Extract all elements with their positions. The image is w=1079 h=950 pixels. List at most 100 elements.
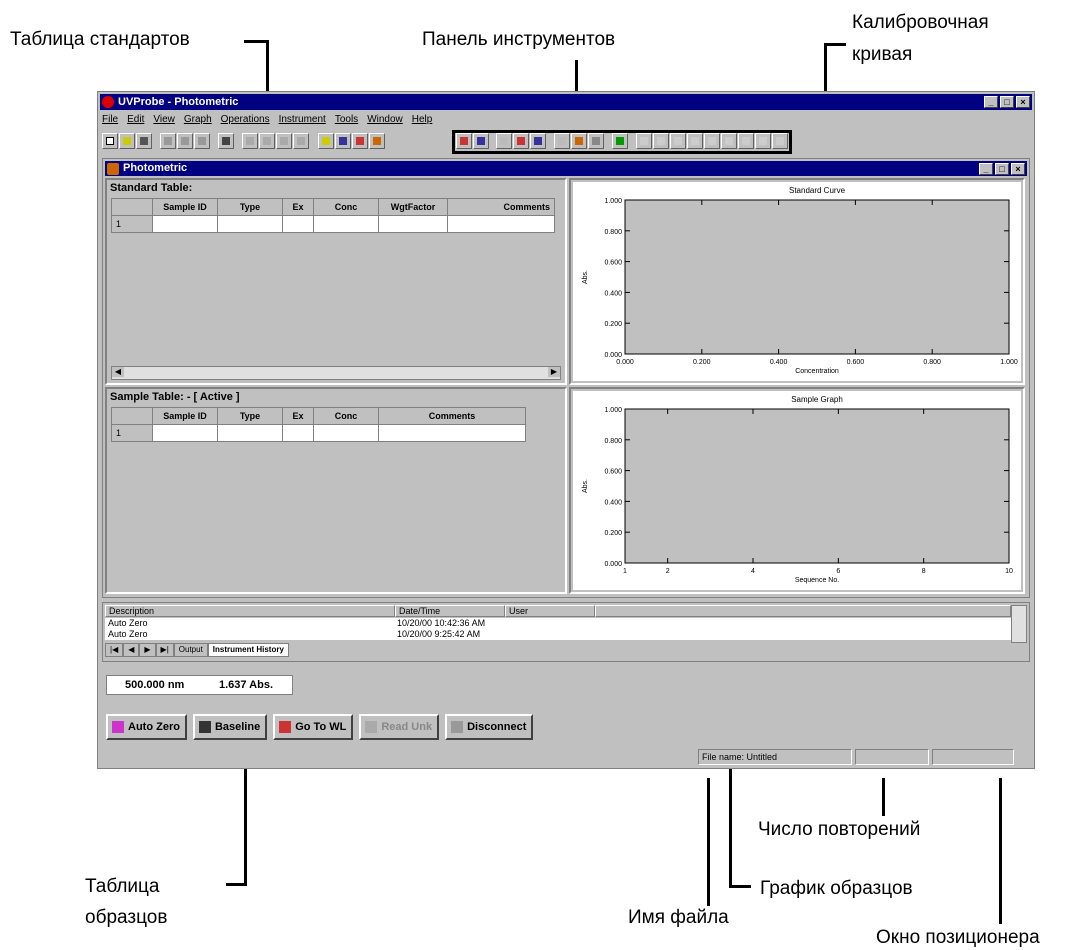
table-cell[interactable] [378,424,526,442]
smp-col-conc[interactable]: Conc [313,407,379,425]
std-col-ex[interactable]: Ex [282,198,314,216]
std-col-conc[interactable]: Conc [313,198,379,216]
app-titlebar[interactable]: UVProbe - Photometric _ □ × [100,94,1032,110]
table-cell[interactable]: 1 [111,215,153,233]
graph-tool-15-icon[interactable] [755,133,771,149]
scroll-left-icon[interactable]: ◀ [112,367,124,377]
sample-table[interactable]: Sample ID Type Ex Conc Comments 1 [111,407,526,442]
child-maximize-button[interactable]: □ [995,163,1009,175]
table-cell[interactable] [282,424,314,442]
table-cell[interactable] [378,215,448,233]
report-icon[interactable] [335,133,351,149]
table-cell[interactable]: 1 [111,424,153,442]
table-tool-3-icon[interactable] [276,133,292,149]
menu-window[interactable]: Window [367,112,403,128]
child-close-button[interactable]: × [1011,163,1025,175]
graph-tool-3-icon[interactable] [530,133,546,149]
child-titlebar[interactable]: Photometric _ □ × [105,161,1027,176]
table-cell[interactable] [152,215,218,233]
menu-help[interactable]: Help [412,112,433,128]
std-col-sample-id[interactable]: Sample ID [152,198,218,216]
copy-icon[interactable] [177,133,193,149]
graph-tool-8-icon[interactable] [636,133,652,149]
standard-curve-chart[interactable]: Standard Curve 0.000 0.200 0.400 0.600 0.800 1… [573,182,1021,381]
table-cell[interactable] [217,215,283,233]
graph-tool-14-icon[interactable] [738,133,754,149]
standard-table[interactable]: Sample ID Type Ex Conc WgtFactor Comment… [111,198,555,233]
table-cell[interactable] [447,215,555,233]
tab-nav-next[interactable]: ▶ [139,643,156,657]
history-list[interactable]: Auto Zero 10/20/00 10:42:36 AM Auto Zero… [105,618,1011,640]
baseline-button[interactable]: Baseline [192,714,268,740]
close-button[interactable]: × [1016,96,1030,108]
child-minimize-button[interactable]: _ [979,163,993,175]
menu-view[interactable]: View [153,112,175,128]
std-col-wgt-factor[interactable]: WgtFactor [378,198,448,216]
history-vscroll[interactable] [1011,605,1027,643]
table-tool-1-icon[interactable] [242,133,258,149]
tab-nav-first[interactable]: |◀ [105,643,124,657]
graph-tool-1-icon[interactable] [496,133,512,149]
instrument-icon[interactable] [352,133,368,149]
graph-tool-9-icon[interactable] [653,133,669,149]
maximize-button[interactable]: □ [1000,96,1014,108]
menu-edit[interactable]: Edit [127,112,144,128]
go-to-wl-button[interactable]: Go To WL [273,714,354,740]
graph-tool-12-icon[interactable] [704,133,720,149]
table-cell[interactable] [282,215,314,233]
list-item[interactable]: Auto Zero 10/20/00 9:25:42 AM [105,629,1011,640]
graph-tool-7-icon[interactable] [612,133,628,149]
open-icon[interactable] [119,133,135,149]
history-col-description[interactable]: Description [105,605,395,617]
tab-instrument-history[interactable]: Instrument History [207,643,289,657]
cut-icon[interactable] [160,133,176,149]
tab-nav-prev[interactable]: ◀ [123,643,140,657]
save-icon[interactable] [136,133,152,149]
menu-tools[interactable]: Tools [335,112,358,128]
table-tool-4-icon[interactable] [293,133,309,149]
menu-instrument[interactable]: Instrument [279,112,326,128]
minimize-button[interactable]: _ [984,96,998,108]
graph-tool-11-icon[interactable] [687,133,703,149]
method-icon[interactable] [318,133,334,149]
tab-output[interactable]: Output [173,643,208,657]
graph-tool-16-icon[interactable] [772,133,788,149]
smp-col-sample-id[interactable]: Sample ID [152,407,218,425]
new-icon[interactable] [102,133,118,149]
menu-file[interactable]: File [102,112,118,128]
std-col-comments[interactable]: Comments [447,198,555,216]
graph-tool-5-icon[interactable] [571,133,587,149]
list-item[interactable]: Auto Zero 10/20/00 10:42:36 AM [105,618,1011,629]
sample-graph-chart[interactable]: Sample Graph 0.000 0.200 0.400 0.600 0.800 1.0… [573,391,1021,590]
auto-zero-button[interactable]: Auto Zero [106,714,187,740]
table-cell[interactable] [152,424,218,442]
smp-col-comments[interactable]: Comments [378,407,526,425]
graph-tool-6-icon[interactable] [588,133,604,149]
paste-icon[interactable] [194,133,210,149]
disconnect-label: Disconnect [467,721,527,733]
menu-operations[interactable]: Operations [221,112,270,128]
tab-nav-last[interactable]: ▶| [155,643,174,657]
standard-table-hscroll[interactable]: ◀ ▶ [111,366,561,380]
table-cell[interactable] [313,424,379,442]
disconnect-button[interactable]: Disconnect [445,714,534,740]
print-icon[interactable] [218,133,234,149]
graph-cursor-icon[interactable] [473,133,489,149]
graph-zoom-icon[interactable] [456,133,472,149]
history-col-datetime[interactable]: Date/Time [395,605,505,617]
graph-tool-10-icon[interactable] [670,133,686,149]
smp-col-ex[interactable]: Ex [282,407,314,425]
table-tool-2-icon[interactable] [259,133,275,149]
graph-tool-4-icon[interactable] [554,133,570,149]
read-unk-button[interactable]: Read Unk [359,714,440,740]
table-cell[interactable] [217,424,283,442]
graph-tool-2-icon[interactable] [513,133,529,149]
table-cell[interactable] [313,215,379,233]
std-col-type[interactable]: Type [217,198,283,216]
history-col-user[interactable]: User [505,605,595,617]
scroll-right-icon[interactable]: ▶ [548,367,560,377]
menu-graph[interactable]: Graph [184,112,212,128]
wizard-icon[interactable] [369,133,385,149]
graph-tool-13-icon[interactable] [721,133,737,149]
smp-col-type[interactable]: Type [217,407,283,425]
